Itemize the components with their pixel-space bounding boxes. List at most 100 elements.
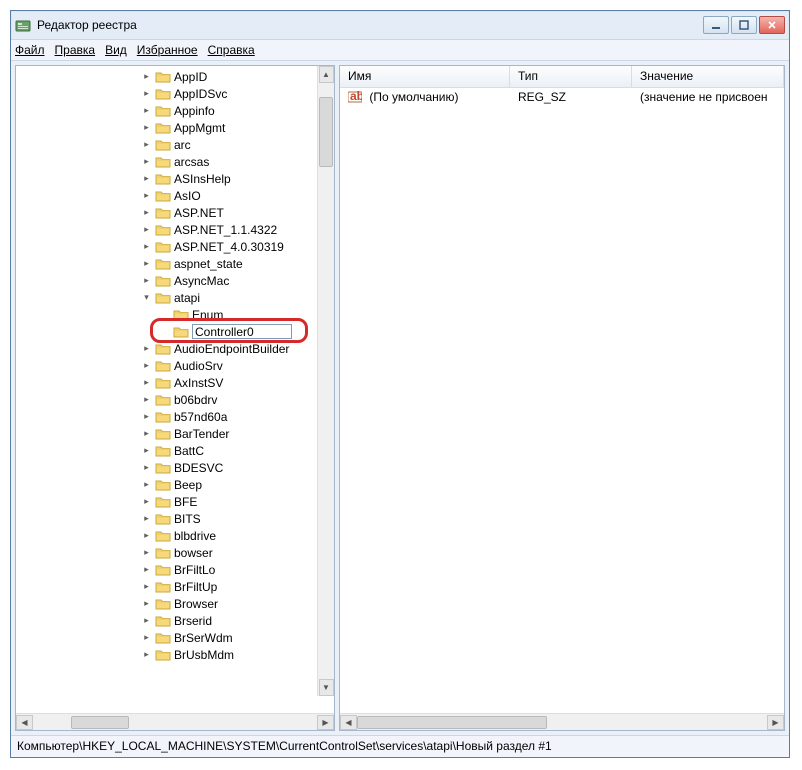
tree-item[interactable]: ▾atapi: [16, 289, 334, 306]
tree-item[interactable]: ▸Brserid: [16, 612, 334, 629]
expander-icon[interactable]: ▸: [142, 72, 151, 81]
column-header-type[interactable]: Тип: [510, 66, 632, 87]
expander-icon[interactable]: ▸: [142, 497, 151, 506]
tree-item[interactable]: ▸AxInstSV: [16, 374, 334, 391]
column-header-name[interactable]: Имя: [340, 66, 510, 87]
scroll-right-button[interactable]: ▶: [767, 715, 784, 730]
expander-icon[interactable]: ▸: [142, 480, 151, 489]
close-button[interactable]: [759, 16, 785, 34]
tree-item[interactable]: ▸ASP.NET_4.0.30319: [16, 238, 334, 255]
tree-horizontal-scrollbar[interactable]: ◀ ▶: [16, 713, 334, 730]
tree-item[interactable]: ▸ BDESVC: [16, 459, 334, 476]
expander-icon[interactable]: ▸: [142, 582, 151, 591]
tree-item[interactable]: ▸BrFiltUp: [16, 578, 334, 595]
folder-icon: [155, 376, 171, 390]
tree-item[interactable]: ▸AudioSrv: [16, 357, 334, 374]
tree-item[interactable]: Enum: [16, 306, 334, 323]
horizontal-scroll-thumb[interactable]: [357, 716, 547, 729]
tree-item[interactable]: ▸ASInsHelp: [16, 170, 334, 187]
tree-item[interactable]: ▸b57nd60a: [16, 408, 334, 425]
tree-item[interactable]: Controller0: [16, 323, 334, 340]
expander-icon[interactable]: ▸: [142, 429, 151, 438]
tree-item[interactable]: ▸AppMgmt: [16, 119, 334, 136]
menu-favorites[interactable]: Избранное: [137, 43, 198, 57]
tree-item[interactable]: ▸BrUsbMdm: [16, 646, 334, 663]
scroll-right-button[interactable]: ▶: [317, 715, 334, 730]
scroll-left-button[interactable]: ◀: [340, 715, 357, 730]
tree-item[interactable]: ▸aspnet_state: [16, 255, 334, 272]
expander-icon[interactable]: ▸: [142, 548, 151, 557]
list-row[interactable]: ab (По умолчанию) REG_SZ (значение не пр…: [340, 88, 784, 106]
column-header-value[interactable]: Значение: [632, 66, 784, 87]
expander-icon[interactable]: ▸: [142, 412, 151, 421]
tree-item[interactable]: ▸AppID: [16, 68, 334, 85]
tree-item[interactable]: ▸BFE: [16, 493, 334, 510]
expander-icon[interactable]: ▸: [142, 463, 151, 472]
horizontal-scroll-thumb[interactable]: [71, 716, 129, 729]
rename-input[interactable]: Controller0: [192, 324, 292, 339]
expander-icon[interactable]: ▸: [142, 208, 151, 217]
tree-item[interactable]: ▸BrFiltLo: [16, 561, 334, 578]
expander-icon[interactable]: ▸: [142, 514, 151, 523]
vertical-scroll-thumb[interactable]: [319, 97, 333, 167]
tree-item[interactable]: ▸BattC: [16, 442, 334, 459]
tree-item[interactable]: ▸ASP.NET: [16, 204, 334, 221]
expander-icon[interactable]: ▸: [142, 531, 151, 540]
expander-icon[interactable]: ▸: [142, 565, 151, 574]
tree-item[interactable]: ▸Appinfo: [16, 102, 334, 119]
expander-icon[interactable]: ▾: [142, 293, 151, 302]
tree-item[interactable]: ▸bowser: [16, 544, 334, 561]
tree-vertical-scrollbar[interactable]: ▲ ▼: [317, 66, 334, 696]
expander-icon[interactable]: ▸: [142, 242, 151, 251]
list-horizontal-scrollbar[interactable]: ◀ ▶: [340, 713, 784, 730]
expander-icon[interactable]: ▸: [142, 259, 151, 268]
tree-item[interactable]: ▸AsyncMac: [16, 272, 334, 289]
scroll-up-button[interactable]: ▲: [319, 66, 334, 83]
expander-icon[interactable]: ▸: [142, 89, 151, 98]
tree-item[interactable]: ▸ b06bdrv: [16, 391, 334, 408]
tree-scroll[interactable]: ▸AppID▸AppIDSvc▸Appinfo▸AppMgmt▸arc▸arcs…: [16, 66, 334, 713]
tree-item[interactable]: ▸ASP.NET_1.1.4322: [16, 221, 334, 238]
titlebar[interactable]: Редактор реестра: [11, 11, 789, 39]
expander-icon[interactable]: ▸: [142, 650, 151, 659]
tree-item[interactable]: ▸Browser: [16, 595, 334, 612]
tree-item[interactable]: ▸BITS: [16, 510, 334, 527]
tree-item-label: BDESVC: [174, 461, 223, 475]
tree-item[interactable]: ▸blbdrive: [16, 527, 334, 544]
tree-item[interactable]: ▸arcsas: [16, 153, 334, 170]
tree-item[interactable]: ▸BrSerWdm: [16, 629, 334, 646]
expander-icon[interactable]: ▸: [142, 123, 151, 132]
expander-icon[interactable]: ▸: [142, 599, 151, 608]
menu-view[interactable]: Вид: [105, 43, 127, 57]
minimize-button[interactable]: [703, 16, 729, 34]
expander-icon[interactable]: ▸: [142, 446, 151, 455]
tree-item[interactable]: ▸Beep: [16, 476, 334, 493]
expander-icon[interactable]: ▸: [142, 157, 151, 166]
tree-item-label: b06bdrv: [174, 393, 217, 407]
list-body[interactable]: ab (По умолчанию) REG_SZ (значение не пр…: [340, 88, 784, 713]
menu-help[interactable]: Справка: [208, 43, 255, 57]
expander-icon[interactable]: ▸: [142, 191, 151, 200]
scroll-left-button[interactable]: ◀: [16, 715, 33, 730]
expander-icon[interactable]: ▸: [142, 140, 151, 149]
expander-icon[interactable]: ▸: [142, 174, 151, 183]
menu-edit[interactable]: Правка: [55, 43, 96, 57]
expander-icon[interactable]: ▸: [142, 225, 151, 234]
tree-item[interactable]: ▸arc: [16, 136, 334, 153]
scroll-down-button[interactable]: ▼: [319, 679, 334, 696]
expander-icon[interactable]: ▸: [142, 616, 151, 625]
expander-icon[interactable]: ▸: [142, 395, 151, 404]
tree-item[interactable]: ▸AppIDSvc: [16, 85, 334, 102]
tree-item-label: Enum: [192, 308, 223, 322]
menu-file[interactable]: Файл: [15, 43, 45, 57]
tree-item[interactable]: ▸AsIO: [16, 187, 334, 204]
maximize-button[interactable]: [731, 16, 757, 34]
tree-item[interactable]: ▸AudioEndpointBuilder: [16, 340, 334, 357]
tree-item[interactable]: ▸BarTender: [16, 425, 334, 442]
expander-icon[interactable]: ▸: [142, 344, 151, 353]
expander-icon[interactable]: ▸: [142, 276, 151, 285]
expander-icon[interactable]: ▸: [142, 106, 151, 115]
expander-icon[interactable]: ▸: [142, 378, 151, 387]
expander-icon[interactable]: ▸: [142, 361, 151, 370]
expander-icon[interactable]: ▸: [142, 633, 151, 642]
